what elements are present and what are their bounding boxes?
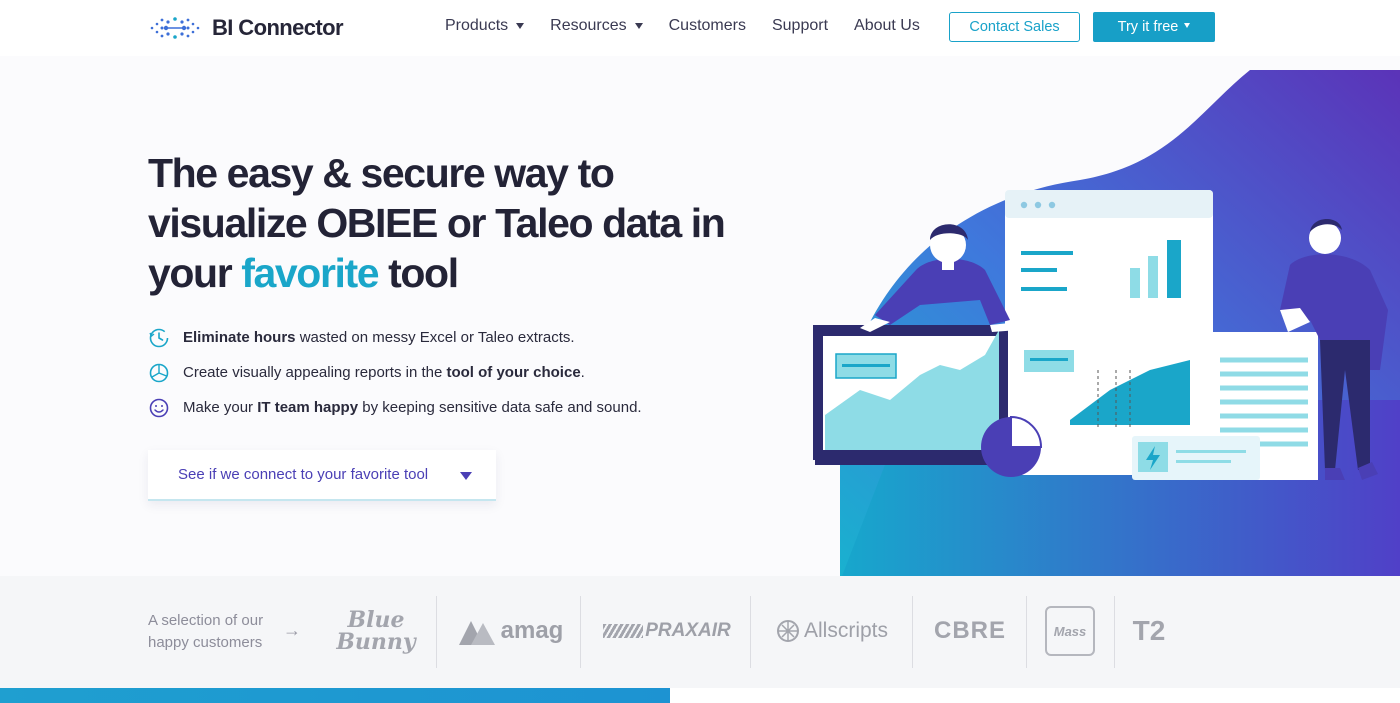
customer-logo-t2: T2 <box>1126 596 1172 666</box>
allscripts-logo-text: Allscripts <box>803 619 888 642</box>
feature-list: Eliminate hours wasted on messy Excel or… <box>148 320 642 425</box>
customer-logo-praxair: PRAXAIR <box>598 596 736 666</box>
feature-1-text: wasted on messy Excel or Taleo extracts. <box>295 329 575 346</box>
nav-about-us-label: About Us <box>854 17 920 34</box>
cbre-logo-text: CBRE <box>933 617 1006 644</box>
bi-connector-logo-icon <box>150 17 200 39</box>
feature-2-bold: tool of your choice <box>446 364 581 381</box>
tool-connect-dropdown-label: See if we connect to your favorite tool <box>178 466 429 483</box>
hero-title-line-2: visualize OBIEE or Taleo data in <box>148 200 726 246</box>
hero-title-accent: favorite <box>241 250 379 296</box>
feature-item: Make your IT team happy by keeping sensi… <box>148 390 642 425</box>
nav-products-label: Products <box>445 17 509 34</box>
hero-title-line-3-post: tool <box>388 250 459 296</box>
nav-menu: Products Resources Customers Support Abo… <box>445 17 946 35</box>
praxair-logo-text: PRAXAIR <box>645 620 731 641</box>
mass-logo-text: Mass <box>1045 606 1095 656</box>
nav-about-us[interactable]: About Us <box>854 17 920 35</box>
customers-label-line-1: A selection of our <box>148 612 264 629</box>
feature-3-pre: Make your <box>183 399 258 416</box>
nav-resources[interactable]: Resources <box>550 17 643 35</box>
t2-logo-text: T2 <box>1132 615 1166 646</box>
chevron-down-icon <box>460 472 472 480</box>
allscripts-logo-icon <box>776 620 799 642</box>
logo-divider <box>912 596 913 668</box>
pie-chart-icon <box>149 363 169 382</box>
feature-item: Create visually appealing reports in the… <box>148 355 642 390</box>
customer-logo-cbre: CBRE <box>926 596 1014 666</box>
nav-support[interactable]: Support <box>772 17 828 35</box>
top-navigation: BI Connector Products Resources Customer… <box>0 0 1400 56</box>
logo-divider <box>580 596 581 668</box>
praxair-stripes-icon <box>603 624 644 638</box>
customer-logo-allscripts: Allscripts <box>766 596 898 666</box>
hero-title: The easy & secure way to visualize OBIEE… <box>148 148 748 298</box>
feature-2-post: . <box>580 364 585 381</box>
bottom-accent-bar <box>0 688 1400 703</box>
bottom-accent-fill <box>0 688 670 703</box>
logo-divider <box>436 596 437 668</box>
hero-illustration <box>813 70 1400 576</box>
feature-item: Eliminate hours wasted on messy Excel or… <box>148 320 642 355</box>
arrow-right-icon: → <box>283 620 301 640</box>
tool-connect-dropdown[interactable]: See if we connect to your favorite tool <box>148 450 496 501</box>
try-it-free-label: Try it free <box>1117 19 1179 35</box>
notification-card <box>1132 436 1260 480</box>
amag-logo-icon <box>458 621 495 645</box>
contact-sales-button[interactable]: Contact Sales <box>949 12 1080 42</box>
pie-chart-graphic <box>981 415 1043 477</box>
logo-divider <box>1114 596 1115 668</box>
clock-icon <box>149 328 169 347</box>
blue-bunny-logo-text: Blue Bunny <box>336 607 416 655</box>
customer-logo-blue-bunny: Blue Bunny <box>330 596 422 666</box>
nav-customers-label: Customers <box>668 17 746 34</box>
nav-support-label: Support <box>771 17 829 34</box>
try-it-free-button[interactable]: Try it free <box>1093 12 1215 42</box>
feature-2-pre: Create visually appealing reports in the <box>183 364 447 381</box>
logo-divider <box>1026 596 1027 668</box>
customer-logo-amag: amag <box>452 596 566 666</box>
nav-products[interactable]: Products <box>445 17 525 35</box>
chevron-down-icon <box>634 23 643 29</box>
chevron-down-icon <box>1184 22 1191 28</box>
feature-3-bold: IT team happy <box>257 399 359 416</box>
customer-logo-mass: Mass <box>1040 596 1100 666</box>
customers-label: A selection of our happy customers <box>148 610 288 654</box>
monitor-chart <box>813 325 1010 465</box>
hero-title-line-1: The easy & secure way to <box>148 150 615 196</box>
customers-label-line-2: happy customers <box>148 634 263 651</box>
logo-divider <box>750 596 751 668</box>
chevron-down-icon <box>516 23 525 29</box>
brand-logo[interactable]: BI Connector <box>148 14 344 42</box>
feature-3-post: by keeping sensitive data safe and sound… <box>358 399 642 416</box>
nav-customers[interactable]: Customers <box>669 17 746 35</box>
customers-strip: A selection of our happy customers → Blu… <box>0 576 1400 688</box>
page: BI Connector Products Resources Customer… <box>0 0 1400 703</box>
contact-sales-label: Contact Sales <box>969 19 1060 35</box>
smiley-icon <box>149 398 169 417</box>
brand-name: BI Connector <box>212 15 344 40</box>
amag-logo-text: amag <box>500 617 564 644</box>
feature-1-bold: Eliminate hours <box>183 329 296 346</box>
nav-resources-label: Resources <box>550 17 627 34</box>
hero-title-line-3-pre: your <box>148 250 233 296</box>
